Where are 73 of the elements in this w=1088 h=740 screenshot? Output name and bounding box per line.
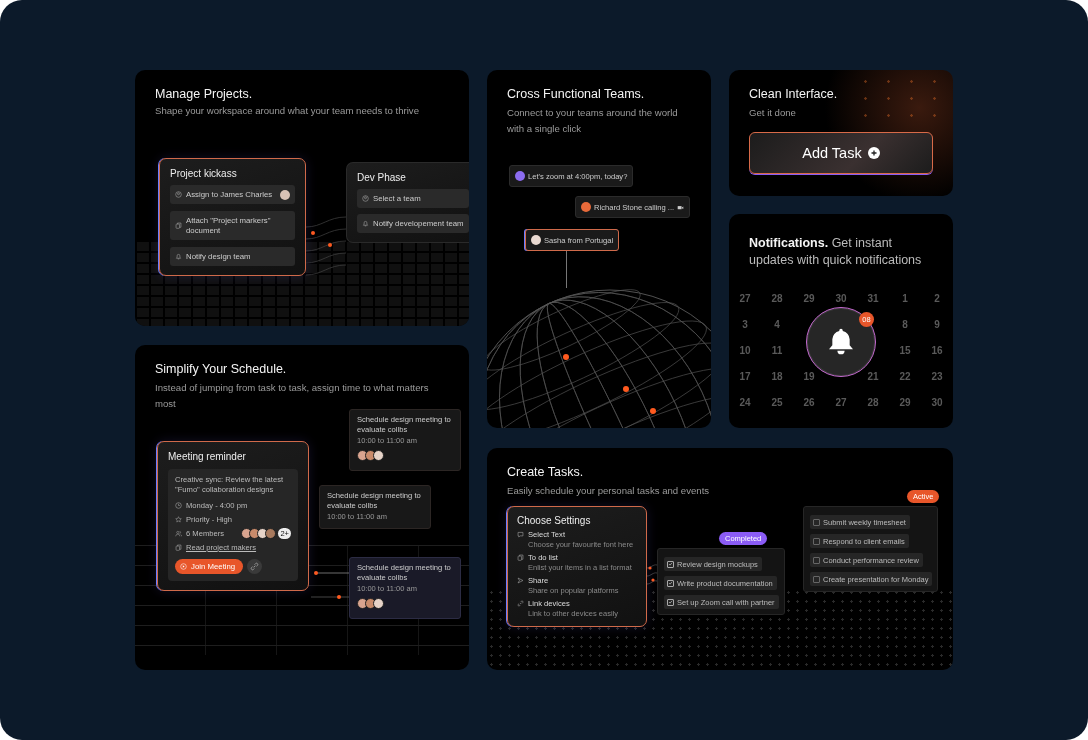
checkbox[interactable] — [813, 575, 820, 583]
card-subtitle: Shape your workspace around what your team needs to thrive — [155, 104, 420, 118]
calendar-day: 29 — [889, 395, 921, 411]
clock-icon — [175, 501, 182, 509]
send-icon — [517, 577, 524, 584]
avatar — [515, 171, 525, 181]
card-title: Clean Interface. — [749, 87, 839, 101]
play-icon — [180, 563, 187, 570]
calendar-day: 11 — [761, 343, 793, 359]
card-title: Simplify Your Schedule. — [155, 362, 288, 376]
calendar-day: 10 — [729, 343, 761, 359]
panel-title: Dev Phase — [357, 172, 407, 183]
calendar-day: 22 — [889, 369, 921, 385]
add-task-button[interactable]: Add Task — [749, 132, 933, 174]
plus-icon — [867, 147, 880, 159]
copy-icon — [175, 543, 182, 551]
leader-line — [566, 250, 567, 288]
people-icon — [175, 529, 182, 537]
avatar-stack — [241, 527, 277, 539]
chat-icon — [517, 531, 524, 538]
calendar-day: 15 — [889, 343, 921, 359]
user-icon — [362, 195, 369, 202]
card-subtitle: Easily schedule your personal tasks and events — [507, 484, 710, 498]
calendar-day: 28 — [761, 291, 793, 307]
link-button[interactable] — [247, 559, 263, 574]
card-title: Create Tasks. — [507, 465, 585, 479]
card-title: Notifications. Get instant updates with quick notifications — [749, 235, 923, 269]
calendar-day: 17 — [729, 369, 761, 385]
panel-title: Meeting reminder — [168, 451, 247, 462]
panel-title: Choose Settings — [517, 515, 592, 526]
calendar-day: 4 — [761, 317, 793, 333]
bell-icon — [362, 220, 369, 227]
calendar-day: 16 — [921, 343, 953, 359]
calendar-day: 1 — [889, 291, 921, 307]
calendar-day: 23 — [921, 369, 953, 385]
calendar-day: 30 — [825, 291, 857, 307]
card-subtitle: Get it done — [749, 106, 797, 120]
card-title: Cross Functional Teams. — [507, 87, 646, 101]
calendar-day: 24 — [729, 395, 761, 411]
calendar-day: 30 — [921, 395, 953, 411]
checkbox[interactable] — [813, 518, 820, 526]
copy-icon — [517, 554, 524, 561]
checkbox[interactable] — [813, 556, 820, 564]
link-icon — [517, 600, 524, 607]
star-icon — [175, 515, 182, 523]
calendar-day: 26 — [793, 395, 825, 411]
calendar-day: 2 — [921, 291, 953, 307]
calendar-day: 18 — [761, 369, 793, 385]
calendar-day: 3 — [729, 317, 761, 333]
panel-title: Project kickass — [170, 168, 238, 179]
connector-drawing — [311, 571, 351, 599]
calendar-day: 8 — [889, 317, 921, 333]
calendar-day: 31 — [857, 291, 889, 307]
avatar — [531, 235, 541, 245]
calendar-day: 9 — [921, 317, 953, 333]
checkbox[interactable] — [813, 537, 820, 545]
checkbox[interactable] — [667, 560, 674, 568]
calendar-day: 25 — [761, 395, 793, 411]
avatar — [280, 189, 290, 200]
user-icon — [175, 191, 182, 198]
calendar-day: 27 — [729, 291, 761, 307]
calendar-day: 28 — [857, 395, 889, 411]
avatar — [581, 202, 591, 212]
calendar-day: 29 — [793, 291, 825, 307]
card-subtitle: Connect to your teams around the world with a single click — [507, 106, 679, 136]
copy-icon — [175, 222, 182, 229]
video-icon — [677, 203, 685, 211]
card-title: Manage Projects. — [155, 87, 254, 101]
checkbox[interactable] — [667, 598, 674, 606]
bell-icon — [175, 253, 182, 260]
checkbox[interactable] — [667, 579, 674, 587]
calendar-day: 27 — [825, 395, 857, 411]
card-subtitle: Instead of jumping from task to task, assign time to what matters most — [155, 381, 430, 411]
